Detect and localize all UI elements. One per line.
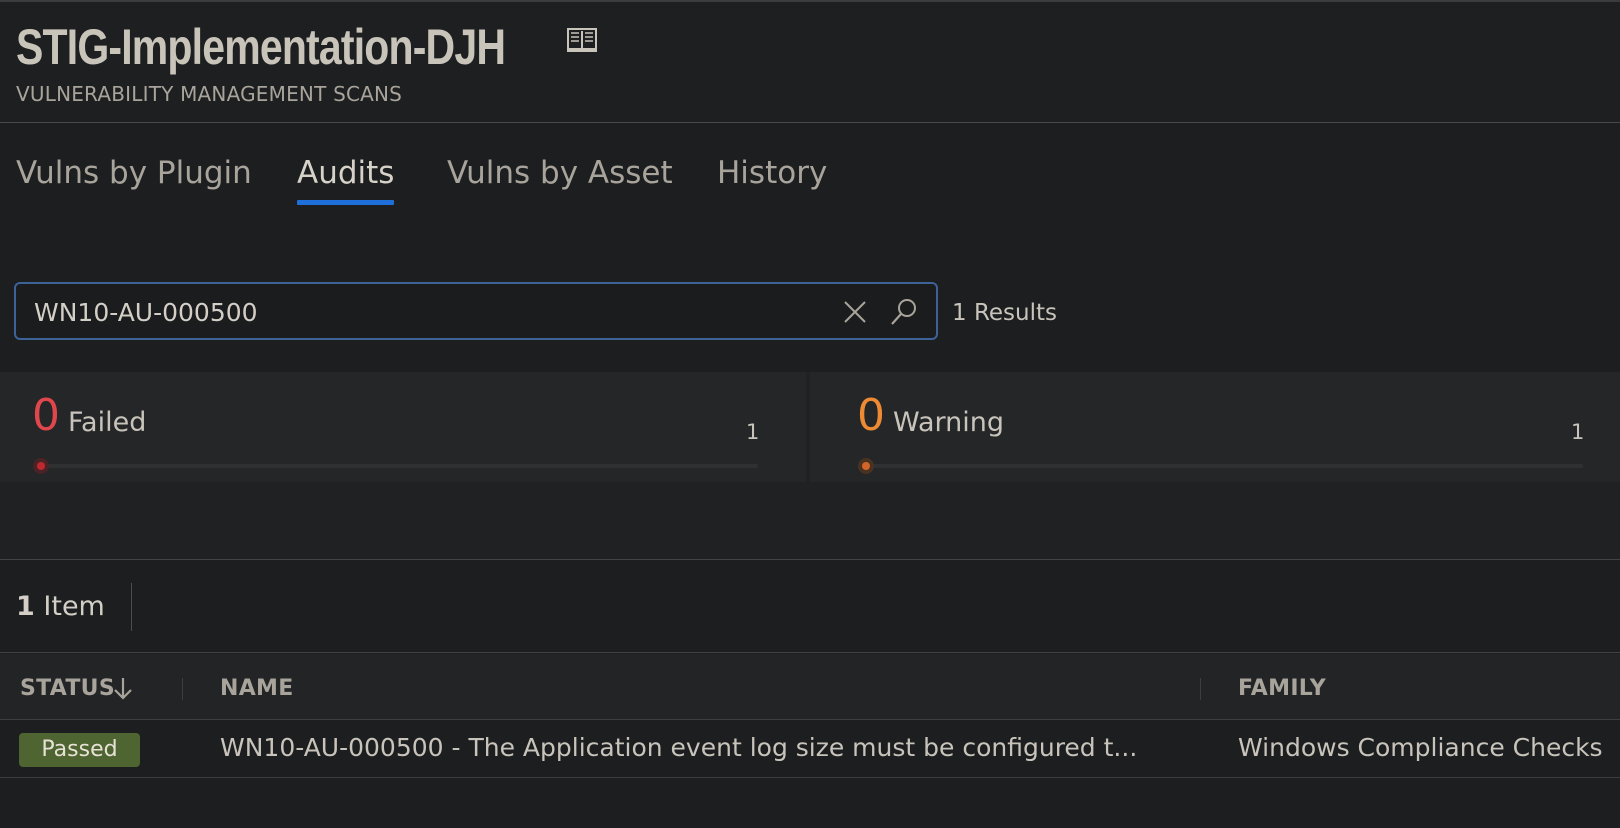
- results-count: 1 Results: [952, 300, 1057, 326]
- column-header-status[interactable]: STATUS: [20, 676, 115, 701]
- column-header-name[interactable]: NAME: [220, 676, 294, 701]
- warning-count: 0: [857, 390, 885, 441]
- warning-max: 1: [1571, 420, 1585, 444]
- warning-stat-card[interactable]: 0 Warning 1: [810, 372, 1620, 482]
- warning-label: Warning: [893, 407, 1005, 438]
- book-icon[interactable]: [566, 26, 598, 54]
- items-count-label: Item: [43, 591, 105, 622]
- failed-max: 1: [746, 420, 760, 444]
- clear-icon[interactable]: [842, 299, 868, 325]
- status-badge: Passed: [19, 733, 140, 767]
- tab-vulns-by-plugin[interactable]: Vulns by Plugin: [16, 155, 252, 201]
- page-header: STIG-Implementation-DJH VULNERABILITY MA…: [0, 0, 1620, 123]
- warning-progress-marker: [858, 458, 874, 474]
- items-count: 1 Item: [16, 591, 105, 622]
- items-bar: 1 Item: [0, 561, 1620, 653]
- column-separator[interactable]: [182, 678, 183, 700]
- items-count-number: 1: [16, 591, 35, 622]
- warning-progress-track: [865, 464, 1583, 468]
- table-header: STATUS NAME FAMILY: [0, 654, 1620, 720]
- search-box: [14, 282, 938, 340]
- failed-count: 0: [32, 390, 60, 441]
- failed-stat-card[interactable]: 0 Failed 1: [0, 372, 806, 482]
- search-input[interactable]: [34, 294, 794, 330]
- page-subtitle: VULNERABILITY MANAGEMENT SCANS: [16, 82, 403, 106]
- items-divider: [131, 583, 132, 631]
- search-icon[interactable]: [889, 297, 919, 327]
- failed-progress-track: [40, 464, 758, 468]
- tab-history[interactable]: History: [717, 155, 827, 201]
- audit-name[interactable]: WN10-AU-000500 - The Application event l…: [220, 733, 1160, 762]
- tab-vulns-by-asset[interactable]: Vulns by Asset: [447, 155, 673, 201]
- column-header-family[interactable]: FAMILY: [1238, 676, 1326, 701]
- stats-band: 0 Failed 1 0 Warning 1: [0, 372, 1620, 560]
- page-title: STIG-Implementation-DJH: [16, 19, 506, 75]
- table-row[interactable]: Passed WN10-AU-000500 - The Application …: [0, 721, 1620, 778]
- sort-descending-icon[interactable]: [110, 674, 136, 702]
- tab-audits[interactable]: Audits: [297, 155, 395, 205]
- audit-family: Windows Compliance Checks: [1238, 733, 1603, 762]
- column-separator[interactable]: [1200, 678, 1201, 700]
- failed-label: Failed: [68, 407, 147, 438]
- failed-progress-marker: [33, 458, 49, 474]
